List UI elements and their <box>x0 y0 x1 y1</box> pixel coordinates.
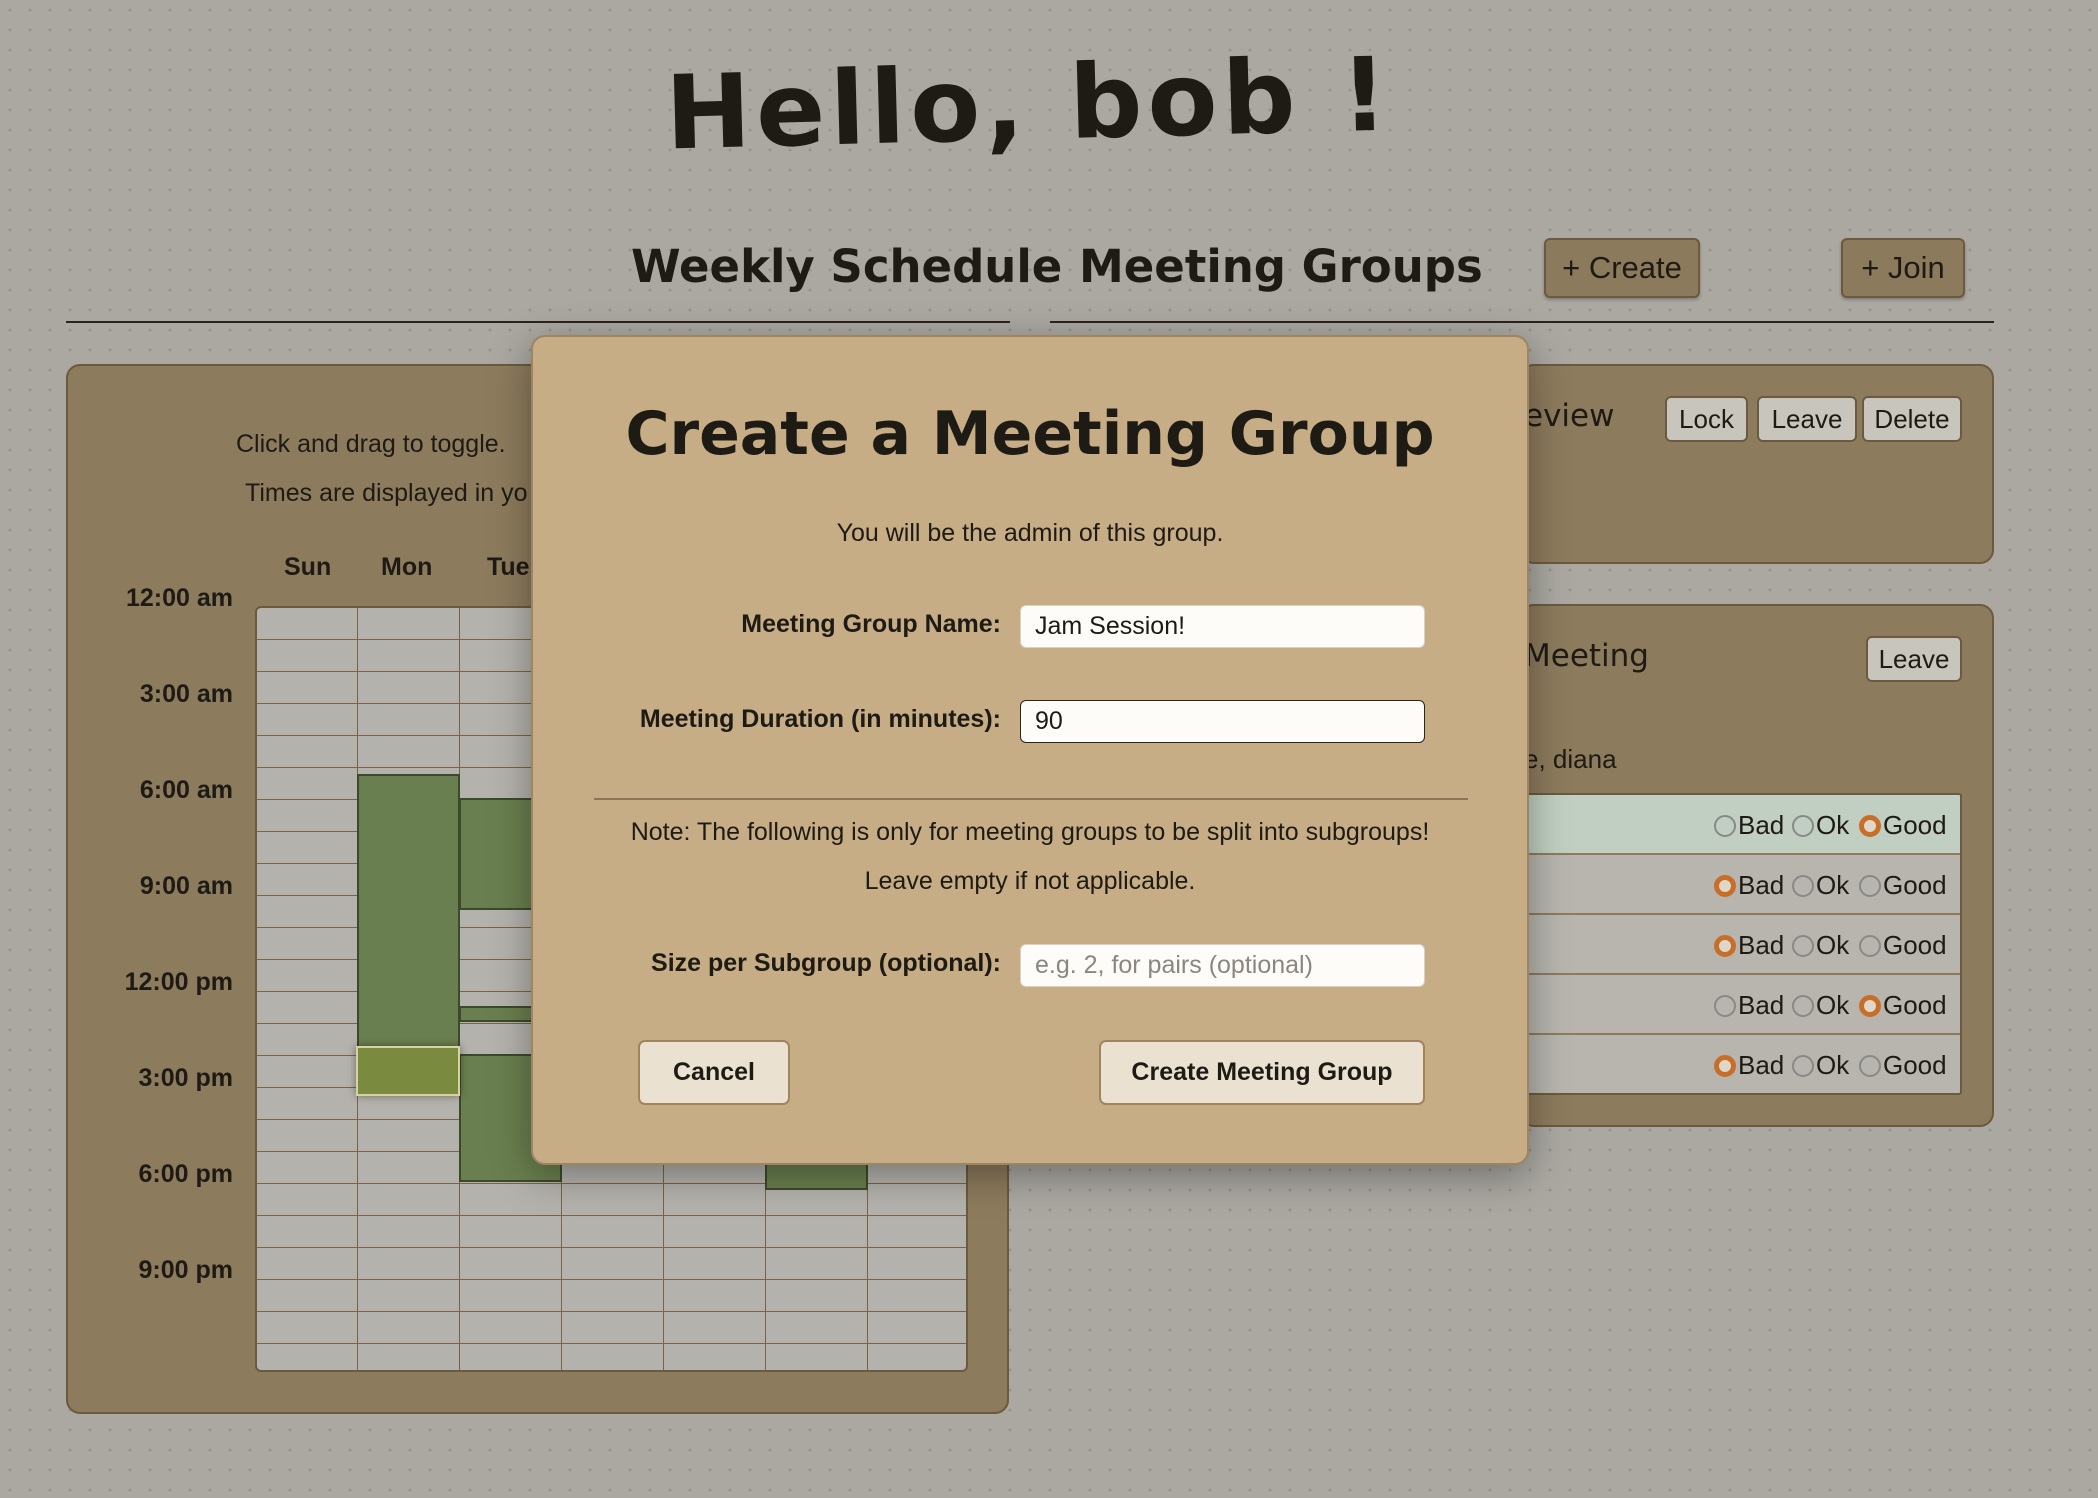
vote-option-ok[interactable]: Ok <box>1792 1050 1849 1081</box>
time-label: 12:00 am <box>125 584 233 612</box>
join-group-button[interactable]: + Join <box>1841 238 1965 298</box>
lock-button[interactable]: Lock <box>1665 396 1748 442</box>
vote-option-good[interactable]: Good <box>1859 1050 1947 1081</box>
vote-option-ok[interactable]: Ok <box>1792 870 1849 901</box>
time-vote-table: Bad Ok Good Bad Ok Good Bad Ok Good Bad … <box>1520 793 1962 1095</box>
vote-option-bad[interactable]: Bad <box>1714 810 1784 841</box>
meeting-group-card <box>1520 364 1994 564</box>
vote-option-ok[interactable]: Ok <box>1792 810 1849 841</box>
leave-button[interactable]: Leave <box>1757 396 1857 442</box>
vote-option-bad[interactable]: Bad <box>1714 870 1784 901</box>
leave-button[interactable]: Leave <box>1866 636 1962 682</box>
vote-option-ok[interactable]: Ok <box>1792 930 1849 961</box>
time-label: 3:00 am <box>139 680 233 708</box>
group-members: e, diana <box>1524 744 1617 774</box>
time-label: 3:00 pm <box>138 1064 233 1092</box>
availability-block[interactable] <box>357 774 460 1054</box>
vote-option-ok[interactable]: Ok <box>1792 990 1849 1021</box>
vote-option-bad[interactable]: Bad <box>1714 990 1784 1021</box>
day-label-sun: Sun <box>284 553 332 581</box>
duration-label: Meeting Duration (in minutes): <box>639 705 1001 733</box>
weekly-schedule-heading: Weekly Schedule <box>631 240 1063 293</box>
create-group-button[interactable]: + Create <box>1544 238 1700 298</box>
vote-row: Bad Ok Good <box>1522 795 1960 855</box>
time-label: 6:00 am <box>139 776 233 804</box>
cancel-button[interactable]: Cancel <box>638 1040 790 1105</box>
day-label-mon: Mon <box>381 553 433 581</box>
vote-option-good[interactable]: Good <box>1859 870 1947 901</box>
duration-input[interactable] <box>1020 700 1425 743</box>
vote-row: Bad Ok Good <box>1522 1035 1960 1093</box>
modal-divider <box>594 798 1468 800</box>
time-label: 9:00 pm <box>138 1256 233 1284</box>
time-label: 12:00 pm <box>124 968 233 996</box>
vote-option-bad[interactable]: Bad <box>1714 1050 1784 1081</box>
subgroup-size-label: Size per Subgroup (optional): <box>651 949 1001 977</box>
meeting-group-title: eview <box>1524 398 1615 434</box>
vote-option-good[interactable]: Good <box>1859 990 1947 1021</box>
modal-subtitle: You will be the admin of this group. <box>836 519 1224 547</box>
subgroup-note-hint: Leave empty if not applicable. <box>864 867 1196 895</box>
create-group-modal: Create a Meeting Group You will be the a… <box>531 335 1529 1165</box>
meeting-group-title: Meeting <box>1524 638 1649 674</box>
vote-row: Bad Ok Good <box>1522 975 1960 1035</box>
group-name-label: Meeting Group Name: <box>741 610 1001 638</box>
greeting-heading: Hello, bob ! <box>664 35 1394 174</box>
vote-option-good[interactable]: Good <box>1859 810 1947 841</box>
time-label: 6:00 pm <box>138 1160 233 1188</box>
meeting-groups-divider <box>1050 321 1994 323</box>
create-meeting-group-button[interactable]: Create Meeting Group <box>1099 1040 1425 1105</box>
vote-option-good[interactable]: Good <box>1859 930 1947 961</box>
toggle-hint: Click and drag to toggle. <box>236 430 506 458</box>
vote-row: Bad Ok Good <box>1522 855 1960 915</box>
day-label-tue: Tue <box>487 553 530 581</box>
subgroup-size-input[interactable] <box>1020 944 1425 987</box>
time-label: 9:00 am <box>139 872 233 900</box>
vote-row: Bad Ok Good <box>1522 915 1960 975</box>
modal-title: Create a Meeting Group <box>625 399 1435 469</box>
timezone-hint: Times are displayed in yo <box>245 479 528 507</box>
weekly-schedule-divider <box>66 321 1010 323</box>
subgroup-note: Note: The following is only for meeting … <box>630 818 1430 846</box>
hovered-cell[interactable] <box>356 1046 460 1096</box>
meeting-groups-heading: Meeting Groups <box>1079 240 1483 293</box>
delete-button[interactable]: Delete <box>1862 396 1962 442</box>
vote-option-bad[interactable]: Bad <box>1714 930 1784 961</box>
group-name-input[interactable] <box>1020 605 1425 648</box>
